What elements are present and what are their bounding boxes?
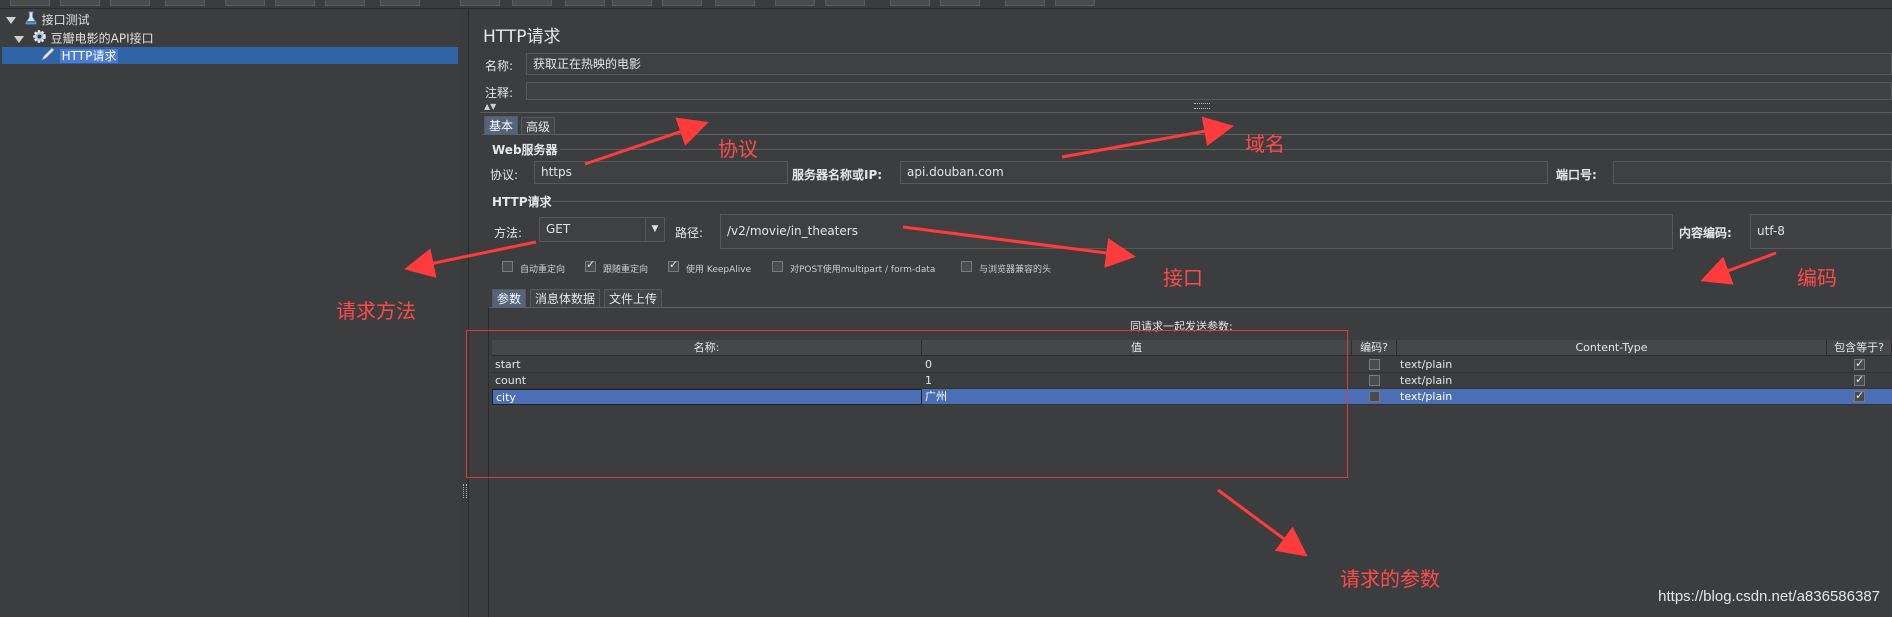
annotation-method: 请求方法 bbox=[336, 299, 416, 323]
annotation-protocol: 协议 bbox=[718, 137, 758, 161]
annotation-encoding: 编码 bbox=[1797, 266, 1837, 290]
annotation-interface: 接口 bbox=[1163, 266, 1203, 290]
annotation-arrows bbox=[404, 116, 1777, 557]
watermark: https://blog.csdn.net/a836586387 bbox=[1658, 588, 1880, 605]
annotation-domain: 域名 bbox=[1245, 132, 1285, 156]
annotation-params: 请求的参数 bbox=[1340, 567, 1440, 591]
